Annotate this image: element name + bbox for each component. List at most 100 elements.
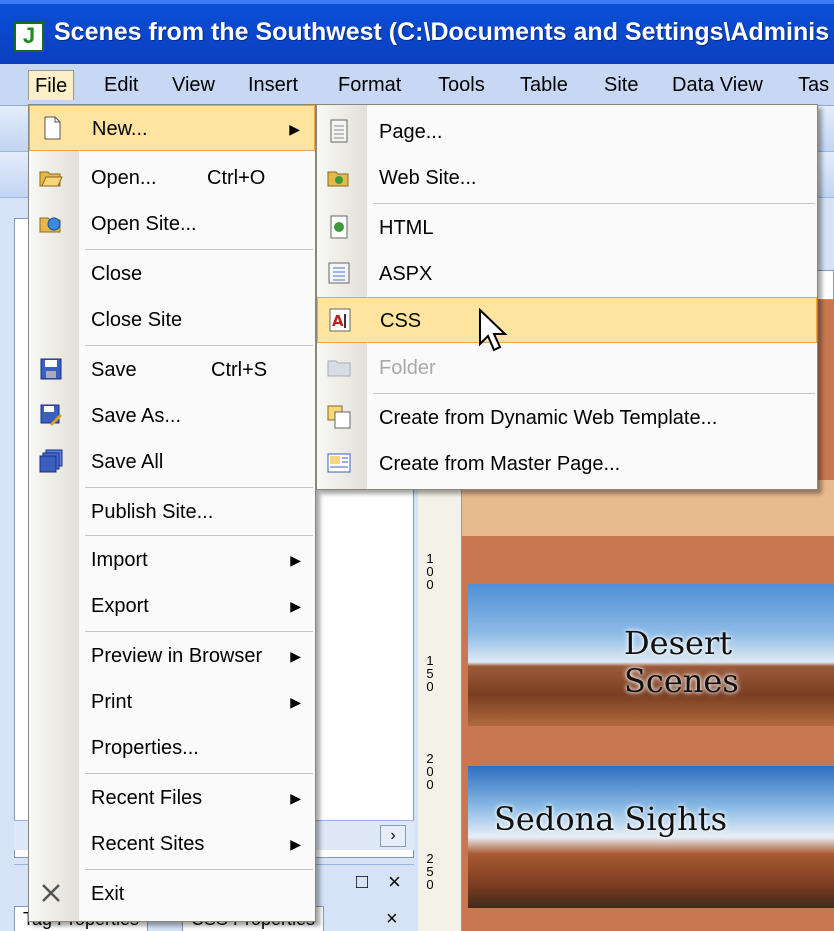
tab-close-icon[interactable]: × bbox=[386, 908, 398, 931]
menu-separator bbox=[85, 487, 313, 488]
menu-data-view[interactable]: Data View bbox=[666, 70, 769, 100]
menu-separator bbox=[85, 869, 313, 870]
close-icon[interactable]: × bbox=[388, 869, 401, 895]
new-submenu: Page... Web Site... HTML ASPX A CSS Fold… bbox=[316, 104, 818, 490]
aspx-icon bbox=[328, 262, 350, 284]
menu-item-save[interactable]: Save Ctrl+S bbox=[29, 347, 315, 393]
save-icon bbox=[40, 358, 62, 380]
shortcut-text: Ctrl+S bbox=[211, 359, 268, 381]
exit-icon bbox=[42, 884, 60, 902]
menu-item-label: Publish Site... bbox=[91, 501, 214, 523]
menu-file[interactable]: File bbox=[28, 70, 75, 100]
master-page-icon bbox=[327, 453, 351, 473]
menu-item-label: Save As... bbox=[91, 405, 182, 427]
menu-item-exit[interactable]: Exit bbox=[29, 871, 315, 917]
submenu-item-aspx[interactable]: ASPX bbox=[317, 251, 817, 297]
menu-item-preview-in-browser[interactable]: Preview in Browser ▶ bbox=[29, 633, 315, 679]
menu-item-label: Recent Files bbox=[91, 787, 203, 809]
menu-view[interactable]: View bbox=[166, 70, 221, 100]
menu-format[interactable]: Format bbox=[332, 70, 407, 100]
menu-site[interactable]: Site bbox=[598, 70, 644, 100]
file-menu: New... ▶ Open... Ctrl+O Open Site... Clo… bbox=[28, 104, 316, 922]
menu-data-view-label: Data View bbox=[672, 74, 763, 96]
ruler-label: 200 bbox=[426, 751, 434, 792]
maximize-icon[interactable]: □ bbox=[356, 871, 368, 894]
menu-item-export[interactable]: Export ▶ bbox=[29, 583, 315, 629]
menu-edit-label: Edit bbox=[104, 74, 139, 96]
menu-item-properties[interactable]: Properties... bbox=[29, 725, 315, 771]
menu-item-label: Web Site... bbox=[379, 167, 477, 189]
menu-separator bbox=[85, 773, 313, 774]
submenu-item-html[interactable]: HTML bbox=[317, 205, 817, 251]
menu-item-label: Open Site... bbox=[91, 213, 197, 235]
html-icon bbox=[330, 215, 348, 239]
window-title: Scenes from the Southwest (C:\Documents … bbox=[54, 18, 830, 46]
menu-item-label: Open... bbox=[91, 167, 157, 189]
menu-item-label: HTML bbox=[379, 217, 434, 239]
submenu-item-dynamic-web-template[interactable]: Create from Dynamic Web Template... bbox=[317, 395, 817, 441]
menu-separator bbox=[373, 393, 815, 394]
menu-separator bbox=[85, 345, 313, 346]
menu-item-label: Close bbox=[91, 263, 143, 285]
scroll-right-arrow-icon[interactable]: › bbox=[380, 825, 406, 847]
new-page-icon bbox=[44, 116, 61, 140]
dwt-icon bbox=[327, 405, 351, 429]
menu-item-recent-sites[interactable]: Recent Sites ▶ bbox=[29, 821, 315, 867]
web-site-icon bbox=[327, 171, 349, 187]
menu-task-panes[interactable]: Tas bbox=[792, 70, 834, 100]
menu-item-label: Exit bbox=[91, 883, 125, 905]
menu-separator bbox=[85, 249, 313, 250]
menu-item-label: CSS bbox=[380, 310, 422, 332]
menu-item-open-site[interactable]: Open Site... bbox=[29, 201, 315, 247]
menu-item-publish-site[interactable]: Publish Site... bbox=[29, 489, 315, 535]
menu-item-new[interactable]: New... ▶ bbox=[29, 105, 315, 151]
menu-item-close[interactable]: Close bbox=[29, 251, 315, 297]
menu-item-close-site[interactable]: Close Site bbox=[29, 297, 315, 343]
menu-item-print[interactable]: Print ▶ bbox=[29, 679, 315, 725]
submenu-item-css[interactable]: A CSS bbox=[317, 297, 817, 343]
ruler-label: 250 bbox=[426, 851, 434, 892]
menu-item-label: New... bbox=[92, 118, 148, 140]
submenu-item-web-site[interactable]: Web Site... bbox=[317, 155, 817, 201]
menu-table[interactable]: Table bbox=[514, 70, 574, 100]
submenu-arrow-icon: ▶ bbox=[290, 836, 301, 852]
menu-item-label: Create from Dynamic Web Template... bbox=[379, 407, 718, 429]
menu-site-label: Site bbox=[604, 74, 639, 96]
app-icon[interactable]: J bbox=[14, 22, 44, 52]
banner-title: Desert Scenes bbox=[624, 624, 739, 700]
menu-item-import[interactable]: Import ▶ bbox=[29, 537, 315, 583]
menu-item-label: Import bbox=[91, 549, 148, 571]
submenu-item-page[interactable]: Page... bbox=[317, 109, 817, 155]
menu-item-label: Save All bbox=[91, 451, 164, 473]
shortcut-text: Ctrl+O bbox=[207, 167, 266, 189]
menu-edit[interactable]: Edit bbox=[98, 70, 144, 100]
menu-table-label: Table bbox=[520, 74, 568, 96]
menu-insert-label: Insert bbox=[248, 74, 299, 96]
menu-item-label: Properties... bbox=[91, 737, 199, 759]
menu-item-save-all[interactable]: Save All bbox=[29, 439, 315, 485]
css-icon: A bbox=[329, 308, 351, 332]
submenu-arrow-icon: ▶ bbox=[290, 552, 301, 568]
menu-item-save-as[interactable]: Save As... bbox=[29, 393, 315, 439]
open-folder-icon bbox=[39, 171, 63, 187]
banner-title: Sedona Sights bbox=[494, 800, 727, 838]
menu-bar: File Edit View Insert Format Tools Table… bbox=[0, 64, 834, 106]
menu-tools[interactable]: Tools bbox=[432, 70, 491, 100]
menu-item-label: ASPX bbox=[379, 263, 433, 285]
menu-separator bbox=[373, 203, 815, 204]
submenu-item-folder: Folder bbox=[317, 345, 817, 391]
folder-icon bbox=[327, 360, 351, 377]
menu-item-label: Folder bbox=[379, 357, 436, 379]
menu-item-recent-files[interactable]: Recent Files ▶ bbox=[29, 775, 315, 821]
menu-item-label: Page... bbox=[379, 121, 443, 143]
menu-item-open[interactable]: Open... Ctrl+O bbox=[29, 155, 315, 201]
title-bar: J Scenes from the Southwest (C:\Document… bbox=[0, 0, 834, 64]
open-site-icon bbox=[39, 217, 61, 233]
submenu-item-master-page[interactable]: Create from Master Page... bbox=[317, 441, 817, 487]
desert-scenes-banner[interactable]: Desert Scenes bbox=[468, 584, 834, 726]
menu-item-label: Create from Master Page... bbox=[379, 453, 621, 475]
mouse-cursor-icon bbox=[479, 308, 508, 352]
sedona-sights-banner[interactable]: Sedona Sights bbox=[468, 766, 834, 908]
submenu-arrow-icon: ▶ bbox=[290, 790, 301, 806]
menu-insert[interactable]: Insert bbox=[242, 70, 304, 100]
